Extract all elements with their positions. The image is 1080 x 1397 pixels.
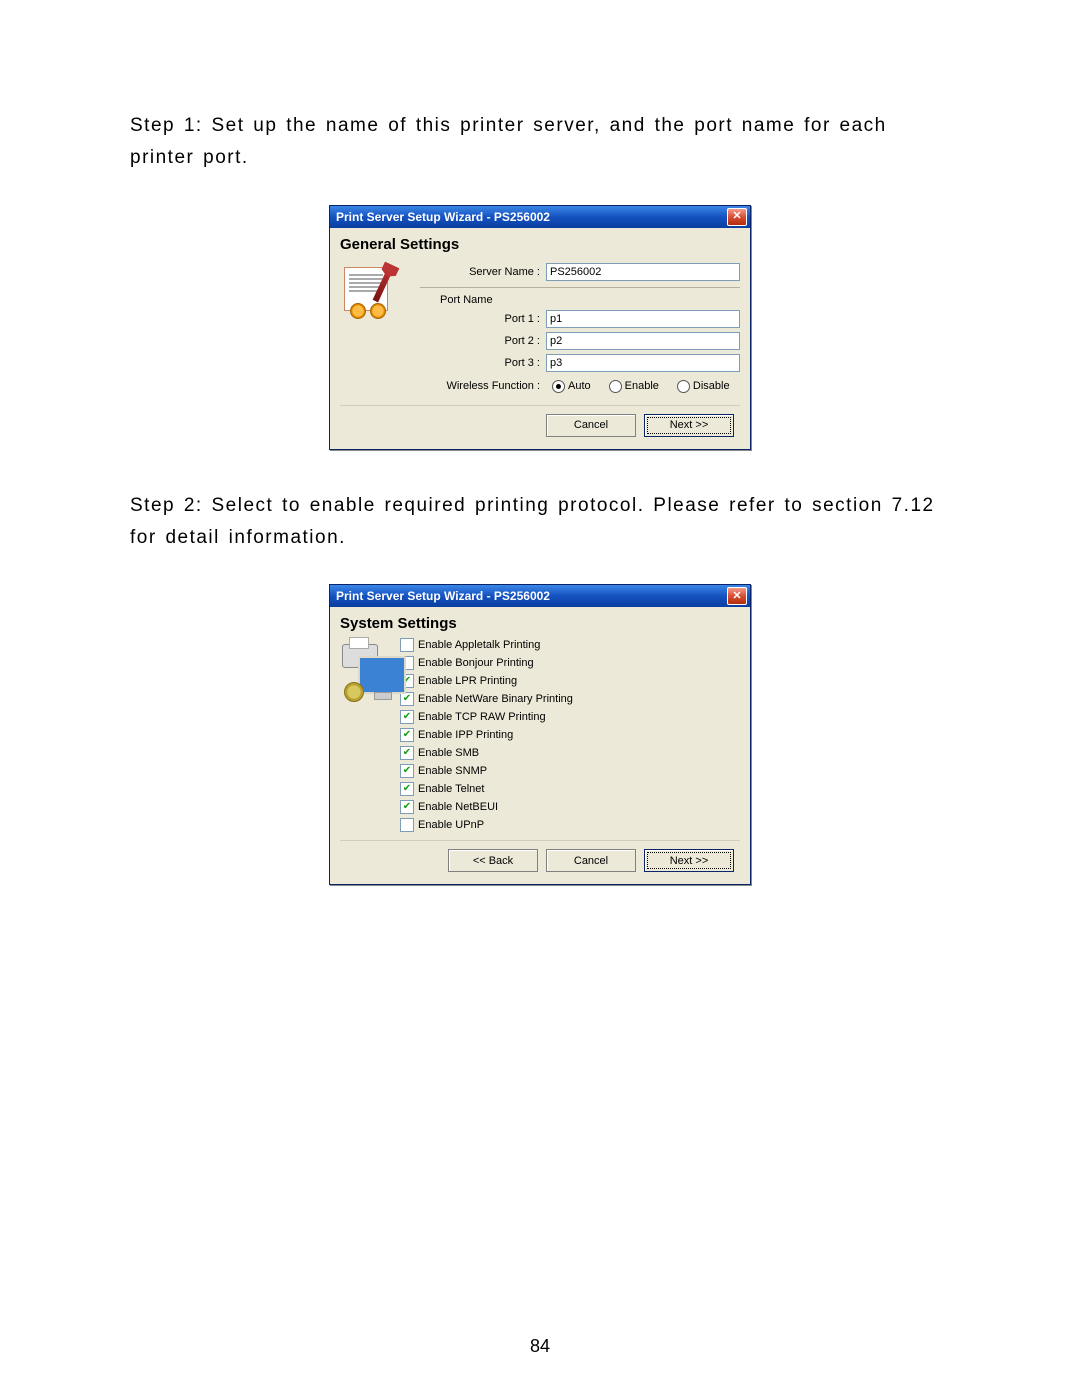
server-name-input[interactable] xyxy=(546,263,740,281)
wireless-auto-label: Auto xyxy=(568,380,591,392)
back-button[interactable]: << Back xyxy=(448,849,538,872)
step2-text: Step 2: Select to enable required printi… xyxy=(130,490,950,555)
next-button[interactable]: Next >> xyxy=(644,414,734,437)
wireless-radio-group: Auto Enable Disable xyxy=(552,380,730,393)
protocol-label: Enable NetBEUI xyxy=(418,801,498,813)
page-number: 84 xyxy=(0,1336,1080,1357)
protocol-label: Enable LPR Printing xyxy=(418,675,517,687)
port3-input[interactable] xyxy=(546,354,740,372)
protocol-label: Enable SMB xyxy=(418,747,479,759)
checkbox-icon: ✔ xyxy=(400,710,414,724)
titlebar: Print Server Setup Wizard - PS256002 ✕ xyxy=(330,585,750,607)
section-heading: System Settings xyxy=(340,615,740,632)
protocol-item[interactable]: ✔ Enable NetBEUI xyxy=(400,800,740,814)
radio-icon xyxy=(677,380,690,393)
protocol-item[interactable]: ✔ Enable TCP RAW Printing xyxy=(400,710,740,724)
titlebar: Print Server Setup Wizard - PS256002 ✕ xyxy=(330,206,750,228)
protocol-item[interactable]: Enable UPnP xyxy=(400,818,740,832)
protocol-label: Enable Bonjour Printing xyxy=(418,657,534,669)
system-icon xyxy=(340,638,420,704)
settings-icon xyxy=(340,259,420,319)
wireless-enable-radio[interactable]: Enable xyxy=(609,380,659,393)
checkbox-icon: ✔ xyxy=(400,800,414,814)
cancel-button[interactable]: Cancel xyxy=(546,414,636,437)
checkbox-icon: ✔ xyxy=(400,782,414,796)
dialog-general-settings: Print Server Setup Wizard - PS256002 ✕ G… xyxy=(329,205,751,450)
protocol-item[interactable]: ✔Enable NetWare Binary Printing xyxy=(400,692,740,706)
protocol-item[interactable]: Enable Appletalk Printing xyxy=(400,638,740,652)
checkbox-icon: ✔ xyxy=(400,764,414,778)
protocol-label: Enable NetWare Binary Printing xyxy=(418,693,573,705)
port1-input[interactable] xyxy=(546,310,740,328)
close-icon[interactable]: ✕ xyxy=(727,208,747,226)
protocol-label: Enable UPnP xyxy=(418,819,484,831)
port2-label: Port 2 : xyxy=(420,335,546,347)
next-button[interactable]: Next >> xyxy=(644,849,734,872)
protocol-item[interactable]: ✔ Enable IPP Printing xyxy=(400,728,740,742)
protocol-label: Enable IPP Printing xyxy=(418,729,513,741)
port-name-heading: Port Name xyxy=(440,294,740,306)
protocol-item[interactable]: ✔ Enable Telnet xyxy=(400,782,740,796)
cancel-button[interactable]: Cancel xyxy=(546,849,636,872)
protocol-item[interactable]: ✔ Enable SNMP xyxy=(400,764,740,778)
wireless-auto-radio[interactable]: Auto xyxy=(552,380,591,393)
radio-icon xyxy=(609,380,622,393)
protocol-list: Enable Appletalk Printing Enable Bonjour … xyxy=(400,638,740,832)
checkbox-icon: ✔ xyxy=(400,746,414,760)
close-icon[interactable]: ✕ xyxy=(727,587,747,605)
protocol-item[interactable]: ✔Enable LPR Printing xyxy=(400,674,740,688)
protocol-label: Enable Telnet xyxy=(418,783,484,795)
checkbox-icon: ✔ xyxy=(400,728,414,742)
wireless-enable-label: Enable xyxy=(625,380,659,392)
protocol-item[interactable]: ✔ Enable SMB xyxy=(400,746,740,760)
step1-text: Step 1: Set up the name of this printer … xyxy=(130,110,950,175)
protocol-label: Enable Appletalk Printing xyxy=(418,639,540,651)
wireless-disable-label: Disable xyxy=(693,380,730,392)
section-heading: General Settings xyxy=(340,236,740,253)
radio-icon xyxy=(552,380,565,393)
dialog2-title: Print Server Setup Wizard - PS256002 xyxy=(336,589,550,603)
port2-input[interactable] xyxy=(546,332,740,350)
server-name-label: Server Name : xyxy=(420,266,546,278)
dialog-system-settings: Print Server Setup Wizard - PS256002 ✕ S… xyxy=(329,584,751,885)
port1-label: Port 1 : xyxy=(420,313,546,325)
dialog1-title: Print Server Setup Wizard - PS256002 xyxy=(336,210,550,224)
protocol-item[interactable]: Enable Bonjour Printing xyxy=(400,656,740,670)
protocol-label: Enable TCP RAW Printing xyxy=(418,711,546,723)
port3-label: Port 3 : xyxy=(420,357,546,369)
divider xyxy=(420,287,740,288)
checkbox-icon xyxy=(400,818,414,832)
wireless-function-label: Wireless Function : xyxy=(420,380,546,392)
protocol-label: Enable SNMP xyxy=(418,765,487,777)
wireless-disable-radio[interactable]: Disable xyxy=(677,380,730,393)
